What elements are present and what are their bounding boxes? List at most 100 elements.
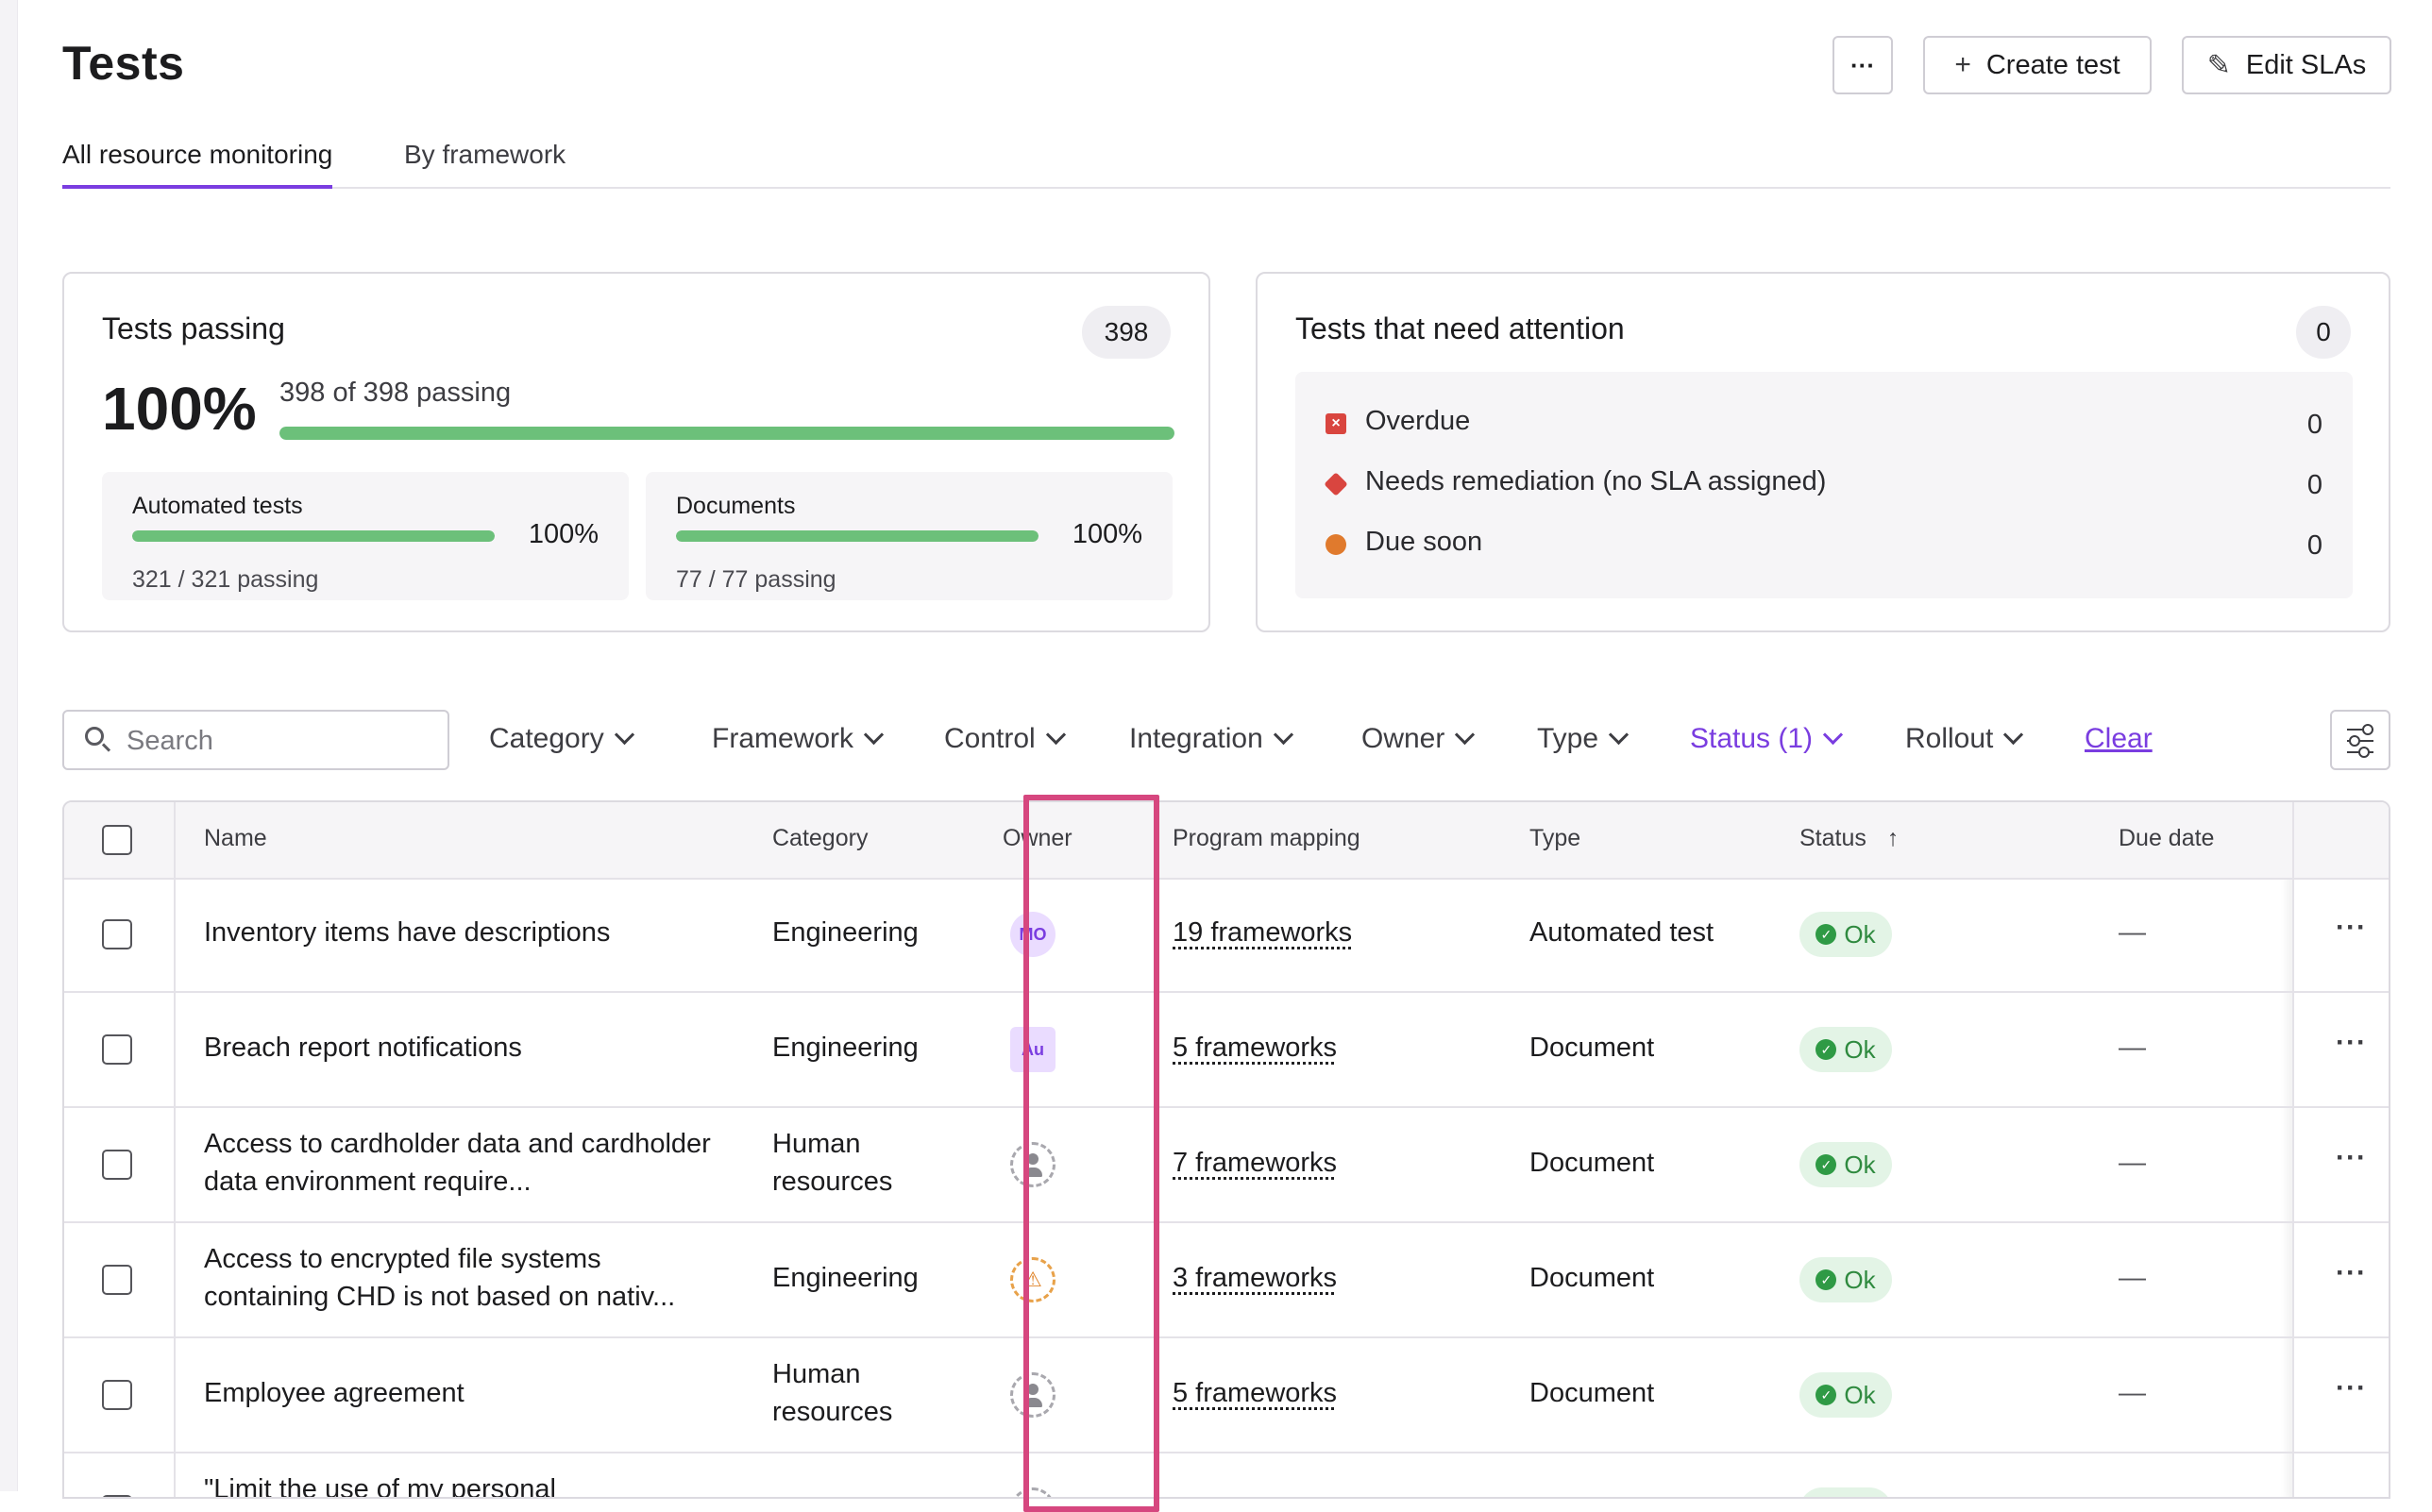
row-type: Automated test [1529, 917, 1714, 948]
passing-summary: 398 of 398 passing [279, 378, 512, 408]
row-name[interactable]: Breach report notifications [204, 1029, 733, 1067]
unassigned-user-icon[interactable] [1010, 1372, 1056, 1418]
row-category: Engineering [772, 917, 919, 948]
tab-by-framework[interactable]: By framework [404, 140, 566, 185]
create-test-button[interactable]: + Create test [1923, 36, 2152, 94]
owner-avatar[interactable]: Au [1010, 1027, 1056, 1072]
chevron-down-icon [1455, 724, 1476, 746]
row-program-mapping[interactable]: 19 frameworks [1173, 914, 1352, 951]
col-type[interactable]: Type [1529, 825, 1580, 852]
row-more-icon[interactable]: ··· [2336, 1257, 2367, 1289]
check-circle-icon: ✓ [1816, 1385, 1837, 1405]
attention-value: 0 [2306, 410, 2322, 440]
row-checkbox[interactable] [102, 1495, 132, 1497]
unassigned-user-icon[interactable] [1010, 1142, 1056, 1187]
attention-value: 0 [2306, 530, 2322, 561]
filter-status[interactable]: Status (1) [1690, 723, 1844, 755]
attention-row-due-soon[interactable]: Due soon 0 [1326, 527, 2322, 564]
attention-list: × Overdue 0 Needs remediation (no SLA as… [1295, 372, 2353, 598]
automated-percent: 100% [528, 519, 599, 549]
row-name[interactable]: "Limit the use of my personal [204, 1470, 733, 1497]
row-due-date: — [2119, 1148, 2146, 1178]
filter-category[interactable]: Category [489, 723, 634, 755]
plus-icon: + [1954, 49, 1971, 80]
edit-slas-button[interactable]: ✎ Edit SLAs [2182, 36, 2391, 94]
col-category[interactable]: Category [772, 825, 868, 852]
select-all-checkbox[interactable] [102, 825, 132, 855]
row-checkbox[interactable] [102, 1380, 132, 1410]
unassigned-user-icon[interactable] [1010, 1487, 1056, 1497]
chevron-down-icon [614, 724, 634, 746]
col-owner[interactable]: Owner [1003, 825, 1072, 852]
warning-icon[interactable]: ⚠ [1010, 1257, 1056, 1302]
filter-owner[interactable]: Owner [1361, 723, 1476, 755]
chevron-down-icon [1273, 724, 1293, 746]
check-circle-icon: ✓ [1816, 1039, 1837, 1060]
more-options-button[interactable]: ··· [1832, 36, 1893, 94]
table-row[interactable]: Access to cardholder data and cardholder… [64, 1108, 2389, 1223]
row-type: Document [1529, 1378, 1655, 1408]
search-input[interactable] [125, 719, 431, 763]
documents-percent: 100% [1072, 519, 1142, 549]
row-program-mapping[interactable]: 7 frameworks [1173, 1144, 1337, 1182]
row-checkbox[interactable] [102, 1265, 132, 1295]
automated-count: 321 / 321 passing [132, 566, 319, 593]
check-circle-icon: ✓ [1816, 1269, 1837, 1290]
chevron-down-icon [1045, 724, 1066, 746]
clear-filters-link[interactable]: Clear [2085, 723, 2153, 755]
attention-label: Due soon [1365, 527, 1483, 557]
filter-control[interactable]: Control [944, 723, 1066, 755]
table-row[interactable]: Access to encrypted file systems contain… [64, 1223, 2389, 1338]
remediation-icon [1324, 472, 1348, 496]
sort-ascending-icon: ↑ [1886, 825, 1900, 851]
card-title: Tests that need attention [1295, 311, 1625, 345]
table-row[interactable]: Breach report notifications Engineering … [64, 993, 2389, 1108]
row-due-date: — [2119, 1378, 2146, 1408]
search-box[interactable] [62, 710, 449, 770]
row-name[interactable]: Access to encrypted file systems contain… [204, 1240, 733, 1316]
check-circle-icon: ✓ [1816, 924, 1837, 945]
row-program-mapping[interactable]: 3 frameworks [1173, 1259, 1337, 1297]
row-more-icon[interactable]: ··· [2336, 1142, 2367, 1174]
page: Tests ··· + Create test ✎ Edit SLAs All … [62, 0, 2391, 1512]
left-sidebar-edge [0, 0, 18, 1491]
filter-framework[interactable]: Framework [712, 723, 885, 755]
more-horizontal-icon: ··· [1850, 50, 1875, 79]
row-program-mapping[interactable]: 5 frameworks [1173, 1374, 1337, 1412]
tab-all-resource-monitoring[interactable]: All resource monitoring [62, 140, 333, 189]
table-row[interactable]: "Limit the use of my personal Policy 9 f… [64, 1453, 2389, 1497]
documents-label: Documents [676, 493, 796, 519]
row-name[interactable]: Access to cardholder data and cardholder… [204, 1125, 733, 1201]
row-checkbox[interactable] [102, 1034, 132, 1065]
pencil-icon: ✎ [2206, 49, 2231, 81]
row-more-icon[interactable]: ··· [2336, 1027, 2367, 1059]
col-program-mapping[interactable]: Program mapping [1173, 825, 1360, 852]
row-due-date: — [2119, 1033, 2146, 1063]
column-settings-button[interactable] [2330, 710, 2390, 770]
automated-progress-bar [132, 530, 495, 542]
chevron-down-icon [1822, 724, 1844, 746]
owner-avatar[interactable]: MO [1010, 912, 1056, 957]
row-category: Human resources [772, 1359, 893, 1427]
row-program-mapping[interactable]: 5 frameworks [1173, 1029, 1337, 1067]
row-checkbox[interactable] [102, 1150, 132, 1180]
row-name[interactable]: Inventory items have descriptions [204, 914, 733, 951]
attention-label: Needs remediation (no SLA assigned) [1365, 466, 1827, 496]
row-type: Document [1529, 1263, 1655, 1293]
col-status[interactable]: Status ↑ [1799, 825, 1899, 852]
row-name[interactable]: Employee agreement [204, 1374, 733, 1412]
col-due-date[interactable]: Due date [2119, 825, 2214, 852]
table-row[interactable]: Employee agreement Human resources 5 fra… [64, 1338, 2389, 1453]
row-more-icon[interactable]: ··· [2336, 912, 2367, 944]
table-row[interactable]: Inventory items have descriptions Engine… [64, 878, 2389, 993]
filter-integration[interactable]: Integration [1129, 723, 1293, 755]
overdue-icon: × [1326, 413, 1346, 434]
row-more-icon[interactable]: ··· [2336, 1372, 2367, 1404]
filter-rollout[interactable]: Rollout [1905, 723, 2024, 755]
attention-row-remediation[interactable]: Needs remediation (no SLA assigned) 0 [1324, 466, 2322, 504]
attention-row-overdue[interactable]: × Overdue 0 [1326, 406, 2322, 444]
filter-type[interactable]: Type [1537, 723, 1630, 755]
row-checkbox[interactable] [102, 919, 132, 949]
documents-panel: Documents 100% 77 / 77 passing [646, 472, 1173, 600]
col-name[interactable]: Name [204, 825, 267, 852]
